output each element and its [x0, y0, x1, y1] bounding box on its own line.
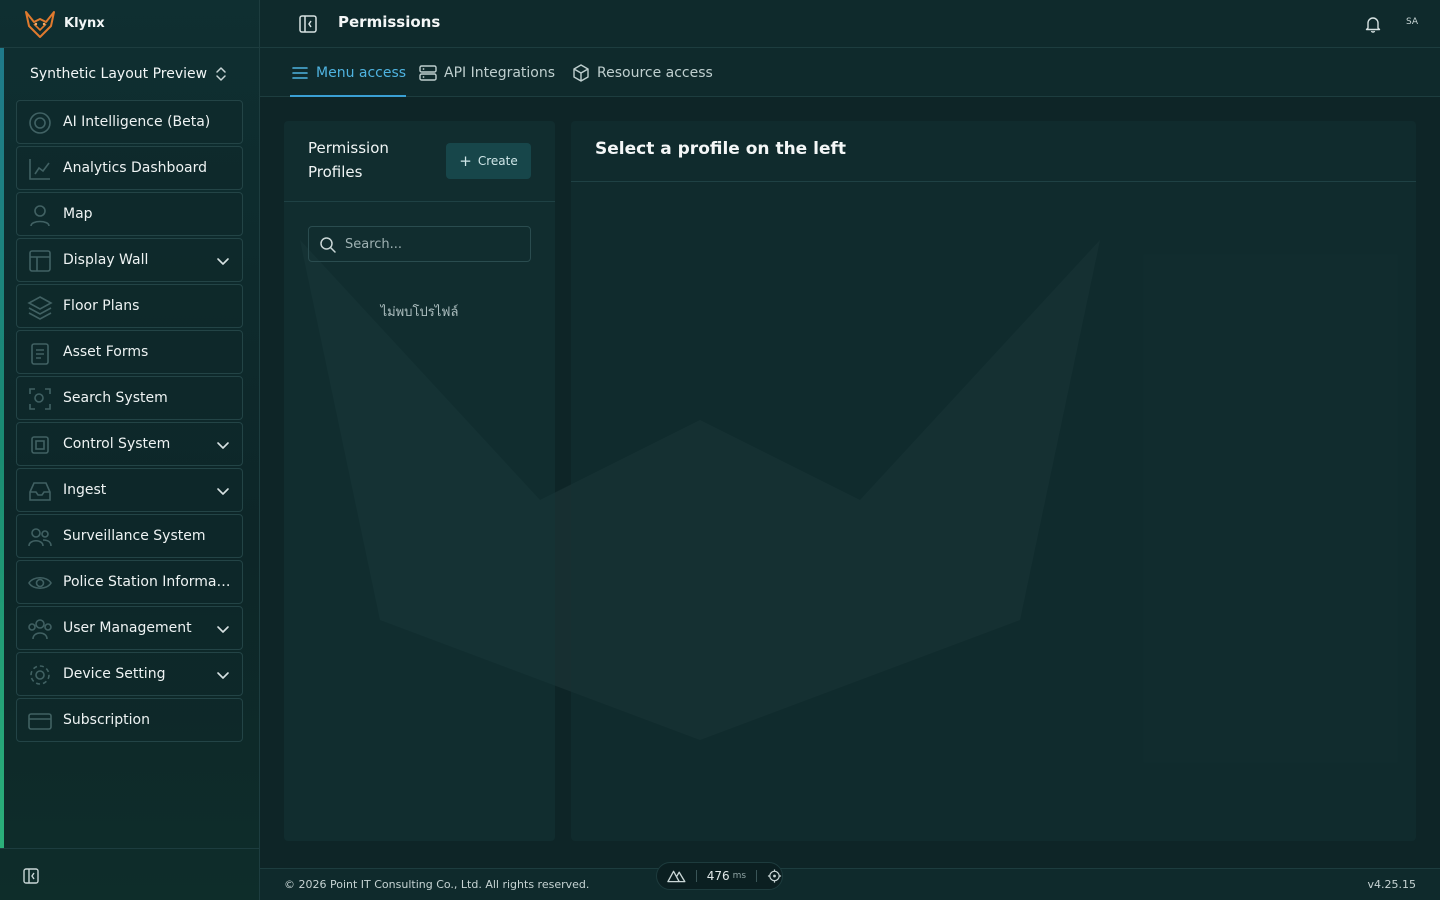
chevron-down-icon[interactable] — [216, 438, 230, 452]
sidebar-item-label: Floor Plans — [63, 298, 140, 314]
sidebar-item-label: User Management — [63, 620, 192, 636]
profiles-header: Permission Profiles + Create — [284, 121, 555, 202]
sidebar-menu: AI Intelligence (Beta) Analytics Dashboar… — [16, 100, 243, 744]
sidebar-item-asset-forms[interactable]: Asset Forms — [16, 330, 243, 374]
sidebar-item-control-system[interactable]: Control System — [16, 422, 243, 466]
perf-value: 476 — [706, 869, 730, 883]
package-icon — [573, 63, 589, 82]
sidebar-item-label: Device Setting — [63, 666, 166, 682]
eye-icon — [28, 576, 52, 590]
chevron-down-icon[interactable] — [216, 622, 230, 636]
chevron-down-icon[interactable] — [216, 484, 230, 498]
workspace-switcher[interactable]: Synthetic Layout Preview — [16, 56, 243, 92]
permission-profiles-panel: Permission Profiles + Create ไม่พบโปรไฟล… — [284, 121, 555, 841]
workspace-name: Synthetic Layout Preview — [30, 66, 208, 82]
divider — [756, 870, 757, 882]
sidebar-item-map[interactable]: Map — [16, 192, 243, 236]
top-header: Permissions SA — [260, 0, 1440, 48]
cpu-icon — [31, 436, 49, 454]
inbox-icon — [29, 482, 51, 501]
users-icon — [28, 528, 52, 547]
sidebar-item-analytics-dashboard[interactable]: Analytics Dashboard — [16, 146, 243, 190]
user-group-icon — [28, 619, 52, 640]
sidebar-item-display-wall[interactable]: Display Wall — [16, 238, 243, 282]
page-footer: © 2026 Point IT Consulting Co., Ltd. All… — [260, 868, 1440, 900]
tab-resource-access[interactable]: Resource access — [571, 48, 713, 97]
create-label: Create — [477, 154, 518, 168]
sidebar-footer — [0, 848, 259, 900]
chevron-down-icon[interactable] — [216, 668, 230, 682]
menu-lines-icon — [292, 66, 308, 79]
tab-label: Menu access — [316, 64, 407, 81]
sidebar-item-label: Asset Forms — [63, 344, 149, 360]
tab-api-integrations[interactable]: API Integrations — [418, 48, 555, 97]
sidebar-item-floor-plans[interactable]: Floor Plans — [16, 284, 243, 328]
chart-icon — [29, 159, 50, 180]
sidebar-accent-bar — [0, 48, 4, 848]
sidebar-item-surveillance-system[interactable]: Surveillance System — [16, 514, 243, 558]
server-icon — [419, 64, 437, 81]
bell-icon[interactable] — [1364, 15, 1382, 33]
map-pin-icon — [30, 205, 50, 227]
sidebar-item-search-system[interactable]: Search System — [16, 376, 243, 420]
version-text: v4.25.15 — [1367, 878, 1417, 891]
detail-header: Select a profile on the left — [571, 121, 1416, 182]
clipboard-icon — [31, 343, 49, 365]
search-input[interactable] — [345, 227, 525, 261]
brand[interactable]: Klynx — [0, 0, 259, 48]
tab-label: API Integrations — [444, 64, 556, 81]
perf-unit: ms — [732, 871, 747, 881]
user-avatar[interactable]: SA — [1406, 17, 1418, 27]
tab-bar: Menu access API Integrations Resource ac… — [260, 48, 1440, 97]
chevrons-up-down-icon — [216, 67, 226, 81]
sidebar-item-label: AI Intelligence (Beta) — [63, 114, 211, 130]
panel-toggle-icon[interactable] — [298, 14, 318, 34]
layers-icon — [27, 296, 53, 320]
sidebar-item-label: Surveillance System — [63, 528, 206, 544]
tab-menu-access[interactable]: Menu access — [290, 48, 407, 97]
profile-detail-panel: Select a profile on the left — [571, 121, 1416, 841]
sidebar-collapse-icon[interactable] — [22, 867, 40, 885]
sidebar-item-label: Control System — [63, 436, 171, 452]
page-title: Permissions — [338, 13, 441, 31]
brand-name: Klynx — [64, 16, 105, 31]
scan-search-icon — [29, 388, 51, 410]
tab-label: Resource access — [597, 64, 713, 81]
empty-profiles-message: ไม่พบโปรไฟล์ — [380, 305, 459, 320]
divider — [695, 870, 697, 882]
sidebar: Klynx Synthetic Layout Preview AI Intell… — [0, 0, 260, 900]
detail-title: Select a profile on the left — [595, 139, 847, 159]
chevron-down-icon[interactable] — [216, 254, 230, 268]
sidebar-item-label: Map — [63, 206, 93, 222]
sidebar-item-subscription[interactable]: Subscription — [16, 698, 243, 742]
fox-logo-icon — [25, 10, 55, 38]
sidebar-item-label: Search System — [63, 390, 168, 406]
plus-icon: + — [459, 152, 472, 170]
sidebar-item-label: Ingest — [63, 482, 107, 498]
sidebar-item-label: Analytics Dashboard — [63, 160, 207, 176]
gear-icon — [30, 665, 50, 685]
sidebar-item-user-management[interactable]: User Management — [16, 606, 243, 650]
sidebar-item-device-setting[interactable]: Device Setting — [16, 652, 243, 696]
nuxt-icon — [667, 870, 686, 883]
devtools-perf-badge[interactable]: 476 ms — [656, 862, 783, 890]
profile-search[interactable] — [308, 226, 531, 262]
search-icon — [320, 237, 336, 253]
copyright-text: © 2026 Point IT Consulting Co., Ltd. All… — [284, 878, 590, 891]
layout-icon — [29, 250, 51, 272]
sidebar-item-ai-intelligence-beta[interactable]: AI Intelligence (Beta) — [16, 100, 243, 144]
crosshair-icon[interactable] — [767, 868, 782, 884]
credit-card-icon — [28, 713, 52, 730]
sidebar-item-ingest[interactable]: Ingest — [16, 468, 243, 512]
sidebar-item-label: Police Station Informati... — [63, 574, 233, 590]
create-profile-button[interactable]: + Create — [446, 143, 531, 179]
sidebar-item-label: Display Wall — [63, 252, 149, 268]
target-icon — [29, 112, 51, 134]
sidebar-item-label: Subscription — [63, 712, 150, 728]
profiles-title: Permission Profiles — [308, 139, 389, 181]
sidebar-item-police-station-informati[interactable]: Police Station Informati... — [16, 560, 243, 604]
